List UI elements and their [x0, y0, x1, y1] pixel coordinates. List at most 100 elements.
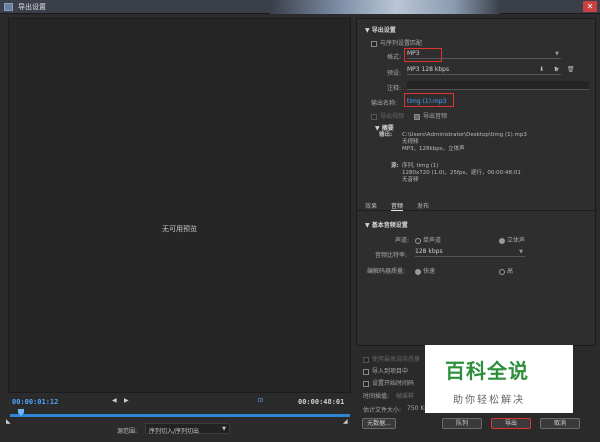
bitrate-value: 128 kbps [415, 248, 443, 255]
range-start-icon[interactable]: ◣ [6, 418, 11, 425]
summary-source-text: 序列, timg (1) 1280x720 (1.0)，25fps，逐行，00:… [402, 163, 521, 184]
checkbox-icon [363, 368, 369, 375]
title-bar: 导出设置 ✕ [0, 0, 600, 14]
summary-output-video: 无视频 [402, 139, 419, 145]
radio-icon [415, 237, 421, 244]
export-video-label: 导出视频 [380, 113, 405, 120]
watermark-logo: 百科全说 助你轻松解决 [425, 345, 573, 413]
import-project-checkbox[interactable]: 导入到项目中 [363, 366, 408, 375]
export-settings-panel: ▼ 导出设置 与序列设置匹配 格式: MP3 ▼ 预设: MP3 128 kbp… [356, 18, 597, 346]
fast-label: 快速 [423, 268, 436, 275]
title-decoration [270, 0, 500, 14]
range-end-icon[interactable]: ◢ [343, 418, 348, 425]
export-settings-header[interactable]: ▼ 导出设置 [365, 25, 396, 34]
summary-source-sequence: 序列, timg (1) [402, 163, 439, 169]
export-button[interactable]: 导出 [491, 418, 531, 429]
tab-publish[interactable]: 发布 [417, 201, 429, 210]
summary-source-label: 源: [391, 163, 399, 169]
close-button[interactable]: ✕ [583, 1, 597, 12]
channels-label: 声道: [395, 237, 410, 244]
checkbox-icon [414, 113, 420, 120]
format-highlight [404, 48, 442, 62]
queue-button[interactable]: 队列 [442, 418, 482, 429]
checkbox-icon [363, 356, 369, 363]
source-range-label: 源范围: [117, 428, 138, 435]
export-audio-checkbox[interactable]: 导出音频 [414, 111, 447, 120]
end-timecode: 00:00:48:01 [298, 398, 345, 406]
preview-panel: 无可用预览 [8, 18, 351, 393]
export-settings-title: 导出设置 [371, 27, 396, 34]
out-marker-icon[interactable]: ▶ [124, 397, 129, 404]
chevron-down-icon: ▼ [222, 426, 226, 432]
preset-label: 预设: [387, 70, 402, 77]
file-size-label: 估计文件大小: [363, 407, 402, 414]
match-sequence-checkbox[interactable]: 与序列设置匹配 [371, 38, 422, 47]
comments-label: 注释: [387, 85, 402, 92]
stereo-label: 立体声 [507, 237, 526, 244]
no-preview-message: 无可用预览 [162, 225, 197, 233]
bitrate-label: 音频比特率: [375, 252, 408, 259]
tab-effects[interactable]: 效果 [365, 201, 377, 210]
window-title: 导出设置 [18, 3, 46, 11]
start-timecode-checkbox[interactable]: 设置开始时间码 [363, 378, 414, 387]
preset-value: MP3 128 kbps [407, 66, 450, 73]
summary-output-label: 输出: [379, 132, 393, 138]
export-audio-label: 导出音频 [423, 113, 448, 120]
watermark-title: 百科全说 [445, 359, 529, 383]
stereo-radio[interactable]: 立体声 [499, 235, 525, 244]
summary-title: 摘要 [381, 125, 394, 132]
quality-high-radio[interactable]: 高 [499, 266, 513, 275]
export-video-checkbox[interactable]: 导出视频 [371, 111, 404, 120]
comments-input[interactable] [407, 81, 589, 90]
summary-output-audio: MP3，128kbps，立体声 [402, 146, 465, 152]
source-range-select[interactable]: 序列切入/序列切出 ▼ [145, 423, 230, 435]
save-preset-icon[interactable]: ⬇ [539, 66, 544, 73]
app-icon [4, 3, 13, 11]
preset-select[interactable]: MP3 128 kbps ▼ [407, 66, 561, 75]
radio-icon [499, 268, 505, 275]
max-render-checkbox[interactable]: 使用最高渲染质量 [363, 354, 420, 363]
timeline-scrubber[interactable] [10, 414, 350, 417]
output-name-highlight [404, 93, 454, 107]
tab-audio[interactable]: 音频 [391, 201, 404, 211]
output-name-label: 输出名称: [371, 100, 398, 107]
cancel-button[interactable]: 取消 [540, 418, 580, 429]
radio-icon [415, 268, 421, 275]
collapse-icon: ▼ [375, 125, 382, 132]
collapse-icon: ▼ [365, 27, 372, 34]
summary-header[interactable]: ▼ 摘要 [375, 123, 394, 132]
summary-output-text: C:\Users\Administrator\Desktop\timg (1).… [402, 132, 527, 153]
import-project-label: 导入到项目中 [372, 368, 409, 375]
high-label: 高 [507, 268, 514, 275]
in-marker-icon[interactable]: ◀ [112, 397, 117, 404]
time-interpolation-value[interactable]: 帧采样 [396, 391, 414, 400]
checkbox-icon [363, 380, 369, 387]
mono-radio[interactable]: 单声道 [415, 235, 441, 244]
chevron-down-icon: ▼ [555, 51, 559, 57]
time-interpolation-label: 时间插值: [363, 393, 390, 400]
start-timecode-label: 设置开始时间码 [372, 380, 415, 387]
summary-output-path: C:\Users\Administrator\Desktop\timg (1).… [402, 132, 527, 138]
quality-fast-radio[interactable]: 快速 [415, 266, 435, 275]
metadata-button[interactable]: 元数据... [362, 418, 396, 429]
current-timecode[interactable]: 00:00:01:12 [12, 398, 58, 406]
audio-settings-header[interactable]: ▼ 基本音频设置 [365, 220, 408, 229]
checkbox-icon [371, 113, 377, 120]
watermark-subtitle: 助你轻松解决 [453, 395, 525, 406]
max-render-label: 使用最高渲染质量 [372, 356, 421, 363]
mono-label: 单声道 [423, 237, 442, 244]
summary-source-audio: 无音频 [402, 177, 419, 183]
source-range-value: 序列切入/序列切出 [149, 428, 200, 435]
zoom-fit-icon[interactable]: ⊡ [258, 397, 263, 404]
import-preset-icon[interactable]: ⬆ [553, 66, 558, 73]
radio-icon [499, 237, 505, 244]
bitrate-select[interactable]: 128 kbps ▼ [415, 248, 525, 257]
format-label: 格式: [387, 54, 402, 61]
collapse-icon: ▼ [365, 222, 372, 229]
checkbox-icon [371, 40, 377, 47]
summary-source-video: 1280x720 (1.0)，25fps，逐行，00:00:48:01 [402, 170, 521, 176]
settings-tabs: 效果 音频 发布 [357, 199, 597, 211]
delete-preset-icon[interactable]: 🗑 [567, 66, 575, 73]
chevron-down-icon: ▼ [519, 249, 523, 255]
audio-settings-title: 基本音频设置 [371, 222, 408, 229]
